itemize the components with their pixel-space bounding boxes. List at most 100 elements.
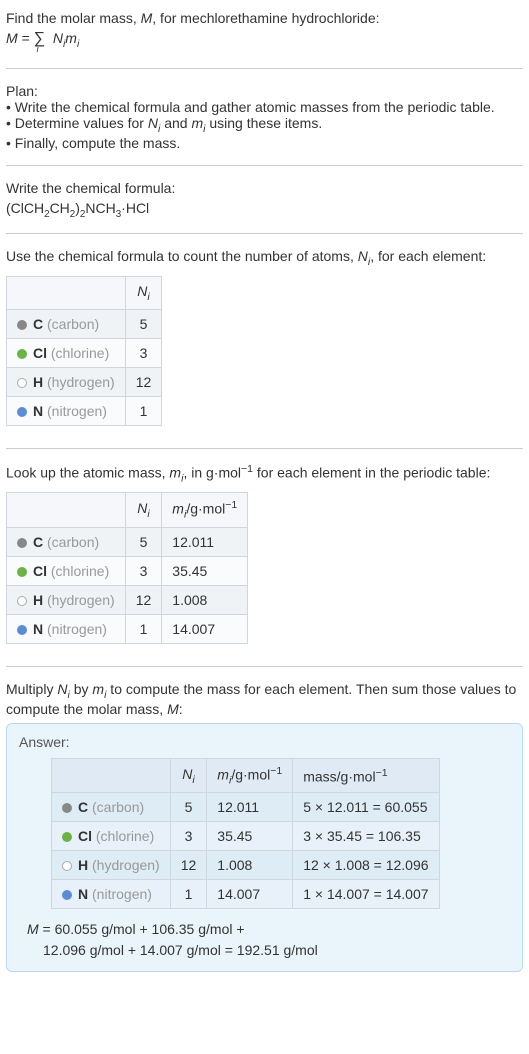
element-cell: N (nitrogen) [7, 614, 126, 643]
formula-Ni: N [53, 30, 63, 46]
element-symbol: N [33, 621, 43, 637]
formula-eq: = [22, 30, 30, 46]
mass-lookup-section: Look up the atomic mass, mi, in g·mol−1 … [6, 457, 523, 658]
table-row: C (carbon)5 [7, 309, 162, 338]
element-dot-icon [62, 861, 72, 871]
final-eq-line1: M = 60.055 g/mol + 106.35 g/mol + [27, 919, 510, 940]
divider [6, 165, 523, 166]
formula-M: M [6, 30, 18, 46]
element-symbol: H [33, 592, 43, 608]
table-header-mi: mi/g·mol−1 [207, 758, 293, 792]
element-name: (hydrogen) [92, 857, 160, 873]
mass-cell: 1 × 14.007 = 14.007 [293, 880, 439, 909]
plan-item: Write the chemical formula and gather at… [6, 99, 523, 115]
table-header-row: Ni [7, 277, 162, 310]
element-cell: C (carbon) [7, 527, 126, 556]
element-name: (carbon) [92, 799, 144, 815]
ni-cell: 1 [125, 614, 162, 643]
answer-box: Answer: Ni mi/g·mol−1 mass/g·mol−1 C (ca… [6, 723, 523, 972]
chem-formula: (ClCH2CH2)2NCH3·HCl [6, 200, 523, 220]
element-cell: N (nitrogen) [52, 880, 171, 909]
element-symbol: N [33, 403, 43, 419]
element-name: (nitrogen) [47, 621, 107, 637]
table-row: Cl (chlorine)335.45 [7, 556, 248, 585]
table-header-Ni: Ni [125, 493, 162, 527]
intro-text-pre: Find the molar mass, [6, 10, 141, 26]
ni-cell: 3 [125, 338, 162, 367]
table-row: N (nitrogen)1 [7, 396, 162, 425]
ni-cell: 5 [170, 793, 207, 822]
chem-formula-title: Write the chemical formula: [6, 180, 523, 196]
table-header-empty [52, 758, 171, 792]
element-name: (chlorine) [51, 345, 109, 361]
element-cell: C (carbon) [7, 309, 126, 338]
mi-cell: 1.008 [162, 585, 248, 614]
mi-cell: 12.011 [162, 527, 248, 556]
table-row: N (nitrogen)114.007 [7, 614, 248, 643]
table-header-Ni: Ni [170, 758, 207, 792]
mass-table: Ni mi/g·mol−1 C (carbon)512.011Cl (chlor… [6, 492, 248, 643]
intro-text-post: , for mechlorethamine hydrochloride: [152, 10, 379, 26]
sigma-icon: ∑ i [34, 30, 45, 48]
table-row: C (carbon)512.0115 × 12.011 = 60.055 [52, 793, 440, 822]
element-dot-icon [17, 378, 27, 388]
ni-cell: 3 [170, 822, 207, 851]
answer-label: Answer: [19, 734, 510, 750]
table-header-mi: mi/g·mol−1 [162, 493, 248, 527]
element-symbol: Cl [33, 345, 47, 361]
divider [6, 448, 523, 449]
ni-cell: 5 [125, 309, 162, 338]
element-name: (carbon) [47, 316, 99, 332]
mass-intro: Look up the atomic mass, mi, in g·mol−1 … [6, 463, 523, 484]
plan-section: Plan: Write the chemical formula and gat… [6, 77, 523, 157]
table-row: H (hydrogen)121.008 [7, 585, 248, 614]
element-symbol: C [33, 534, 43, 550]
table-row: C (carbon)512.011 [7, 527, 248, 556]
element-dot-icon [62, 890, 72, 900]
table-header-mass: mass/g·mol−1 [293, 758, 439, 792]
element-name: (hydrogen) [47, 592, 115, 608]
table-header-row: Ni mi/g·mol−1 mass/g·mol−1 [52, 758, 440, 792]
element-name: (nitrogen) [47, 403, 107, 419]
element-dot-icon [17, 596, 27, 606]
element-symbol: C [33, 316, 43, 332]
element-symbol: N [78, 886, 88, 902]
ni-cell: 1 [170, 880, 207, 909]
answer-table: Ni mi/g·mol−1 mass/g·mol−1 C (carbon)512… [51, 758, 440, 909]
mi-cell: 14.007 [162, 614, 248, 643]
plan-list: Write the chemical formula and gather at… [6, 99, 523, 151]
element-cell: N (nitrogen) [7, 396, 126, 425]
element-symbol: C [78, 799, 88, 815]
table-row: Cl (chlorine)3 [7, 338, 162, 367]
element-dot-icon [62, 832, 72, 842]
intro-var-M: M [141, 10, 153, 26]
count-intro: Use the chemical formula to count the nu… [6, 248, 523, 268]
plan-item: Finally, compute the mass. [6, 135, 523, 151]
mi-cell: 12.011 [207, 793, 293, 822]
table-row: H (hydrogen)12 [7, 367, 162, 396]
compute-intro: Multiply Ni by mi to compute the mass fo… [6, 681, 523, 717]
element-cell: H (hydrogen) [52, 851, 171, 880]
mass-cell: 12 × 1.008 = 12.096 [293, 851, 439, 880]
table-row: N (nitrogen)114.0071 × 14.007 = 14.007 [52, 880, 440, 909]
plan-title: Plan: [6, 83, 523, 99]
element-dot-icon [17, 567, 27, 577]
table-header-empty [7, 493, 126, 527]
divider [6, 68, 523, 69]
final-equation: M = 60.055 g/mol + 106.35 g/mol + 12.096… [27, 919, 510, 961]
molar-mass-formula: M = ∑ i Nimi [6, 30, 523, 50]
ni-cell: 12 [125, 367, 162, 396]
count-atoms-section: Use the chemical formula to count the nu… [6, 242, 523, 440]
divider [6, 233, 523, 234]
mass-cell: 5 × 12.011 = 60.055 [293, 793, 439, 822]
ni-cell: 12 [170, 851, 207, 880]
plan-item: Determine values for Ni and mi using the… [6, 115, 523, 135]
element-cell: H (hydrogen) [7, 585, 126, 614]
element-cell: C (carbon) [52, 793, 171, 822]
intro-section: Find the molar mass, M, for mechloretham… [6, 4, 523, 60]
mi-cell: 35.45 [207, 822, 293, 851]
element-dot-icon [17, 320, 27, 330]
element-symbol: Cl [78, 828, 92, 844]
element-cell: Cl (chlorine) [7, 338, 126, 367]
element-name: (nitrogen) [92, 886, 152, 902]
